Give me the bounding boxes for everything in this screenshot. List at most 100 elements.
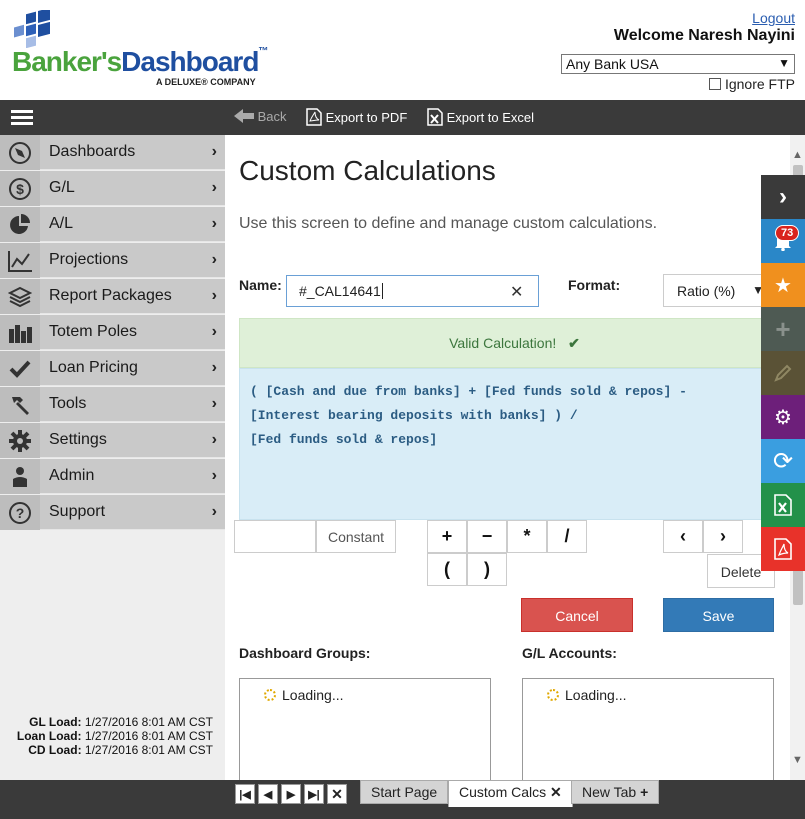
sidebar-item-label: Projections (49, 251, 129, 268)
sidebar-item-gl[interactable]: $ G/L › (0, 171, 225, 206)
excel-button[interactable] (761, 483, 805, 527)
minus-button[interactable]: − (467, 520, 507, 553)
cd-load-label: CD Load: (28, 743, 82, 757)
close-icon[interactable]: ✕ (550, 784, 562, 800)
logout-link[interactable]: Logout (752, 10, 795, 26)
chevron-right-icon: › (779, 183, 787, 210)
formula-line: [Fed funds sold & repos] (250, 432, 438, 447)
sidebar-item-label: Support (49, 503, 106, 520)
sidebar-item-al[interactable]: A/L › (0, 207, 225, 242)
gl-accounts-list[interactable]: Loading... (522, 678, 774, 780)
last-page-icon[interactable]: ▶| (304, 784, 324, 804)
next-page-icon[interactable]: ▶ (281, 784, 301, 804)
pencil-icon (774, 364, 792, 382)
sidebar-item-label: G/L (49, 179, 75, 196)
gear-icon: ⚙ (774, 406, 792, 429)
bar-chart-icon (0, 315, 40, 350)
plus-icon: + (775, 313, 791, 344)
cancel-button[interactable]: Cancel (521, 598, 633, 632)
cursor-left-button[interactable]: ‹ (663, 520, 703, 553)
divide-button[interactable]: / (547, 520, 587, 553)
ignore-ftp-checkbox[interactable] (708, 78, 721, 90)
loan-load-label: Loan Load: (16, 729, 82, 743)
format-label: Format: (568, 277, 621, 293)
tab-custom-calcs[interactable]: Custom Calcs ✕ (448, 780, 573, 807)
sidebar-item-settings[interactable]: Settings › (0, 423, 225, 458)
formula-line: [Interest bearing deposits with banks] )… (250, 408, 578, 423)
plus-button[interactable]: + (427, 520, 467, 553)
dashboard-groups-list[interactable]: Loading... (239, 678, 491, 780)
sidebar-item-projections[interactable]: Projections › (0, 243, 225, 278)
question-icon: ? (0, 495, 40, 530)
sidebar-item-report-packages[interactable]: Report Packages › (0, 279, 225, 314)
person-icon (0, 459, 40, 494)
open-paren-button[interactable]: ( (427, 553, 467, 586)
scroll-up-icon[interactable]: ▲ (790, 149, 805, 161)
export-excel-label: Export to Excel (446, 110, 535, 125)
checkmark-icon: ✔ (568, 335, 580, 351)
sidebar: Dashboards › $ G/L › A/L › Projections ›… (0, 135, 225, 780)
loan-load-value: 1/27/2016 8:01 AM CST (84, 729, 213, 743)
spinner-icon (547, 689, 559, 701)
cursor-right-button[interactable]: › (703, 520, 743, 553)
pdf-icon (774, 538, 792, 560)
chevron-right-icon: › (211, 251, 217, 268)
first-page-icon[interactable]: |◀ (235, 784, 255, 804)
settings-button[interactable]: ⚙ (761, 395, 805, 439)
export-excel-button[interactable]: Export to Excel (427, 108, 534, 126)
page-title: Custom Calculations (239, 155, 496, 186)
format-select[interactable]: Ratio (%) ▼ (663, 274, 773, 307)
validation-message: Valid Calculation! ✔ (239, 318, 790, 368)
constant-input[interactable] (234, 520, 316, 553)
clear-icon[interactable]: ✕ (510, 282, 523, 302)
sidebar-item-loan-pricing[interactable]: Loan Pricing › (0, 351, 225, 386)
bank-select[interactable]: Any Bank USA ▼ (561, 54, 795, 74)
sidebar-item-label: A/L (49, 215, 74, 232)
chevron-right-icon: › (211, 359, 217, 376)
pdf-button[interactable] (761, 527, 805, 571)
expand-rail-button[interactable]: › (761, 175, 805, 219)
tab-new-tab[interactable]: New Tab + (571, 780, 660, 804)
header: Banker'sDashboard™ A DELUXE® COMPANY Log… (0, 0, 805, 100)
cd-load-value: 1/27/2016 8:01 AM CST (84, 743, 213, 757)
close-paren-button[interactable]: ) (467, 553, 507, 586)
ignore-ftp-toggle[interactable]: Ignore FTP (708, 76, 795, 92)
loading-indicator: Loading... (264, 687, 344, 703)
multiply-button[interactable]: * (507, 520, 547, 553)
main-content: Custom Calculations Use this screen to d… (225, 135, 790, 780)
sidebar-item-label: Settings (49, 431, 107, 448)
excel-icon (427, 108, 443, 126)
gl-load-value: 1/27/2016 8:01 AM CST (84, 715, 213, 729)
edit-button[interactable] (761, 351, 805, 395)
refresh-button[interactable]: ⟳ (761, 439, 805, 483)
sidebar-item-support[interactable]: ? Support › (0, 495, 225, 530)
back-button[interactable]: Back (234, 108, 287, 124)
tab-label: New Tab (582, 784, 637, 800)
close-all-tabs-icon[interactable]: ✕ (327, 784, 347, 804)
formula-line: ( [Cash and due from banks] + [Fed funds… (250, 384, 687, 399)
sidebar-item-totem-poles[interactable]: Totem Poles › (0, 315, 225, 350)
chevron-right-icon: › (211, 395, 217, 412)
sidebar-item-admin[interactable]: Admin › (0, 459, 225, 494)
constant-button[interactable]: Constant (316, 520, 396, 553)
save-button[interactable]: Save (663, 598, 774, 632)
formula-editor[interactable]: ( [Cash and due from banks] + [Fed funds… (239, 368, 790, 520)
validation-text: Valid Calculation! (449, 335, 557, 351)
tab-start-page[interactable]: Start Page (360, 780, 449, 804)
sidebar-item-tools[interactable]: Tools › (0, 387, 225, 422)
sidebar-item-label: Dashboards (49, 143, 136, 160)
load-status: GL Load: 1/27/2016 8:01 AM CST Loan Load… (0, 715, 213, 757)
add-button[interactable]: + (761, 307, 805, 351)
prev-page-icon[interactable]: ◀ (258, 784, 278, 804)
name-input[interactable]: #_CAL14641 (286, 275, 539, 307)
plus-icon: + (640, 784, 649, 800)
scroll-down-icon[interactable]: ▼ (790, 754, 805, 766)
svg-text:$: $ (16, 181, 24, 197)
export-pdf-button[interactable]: Export to PDF (306, 108, 407, 126)
hamburger-menu-icon[interactable] (11, 110, 33, 126)
favorites-button[interactable]: ★ (761, 263, 805, 307)
sidebar-item-dashboards[interactable]: Dashboards › (0, 135, 225, 170)
dashboard-groups-label: Dashboard Groups: (239, 645, 371, 661)
logo-squares-icon (14, 10, 50, 48)
loading-indicator: Loading... (547, 687, 627, 703)
